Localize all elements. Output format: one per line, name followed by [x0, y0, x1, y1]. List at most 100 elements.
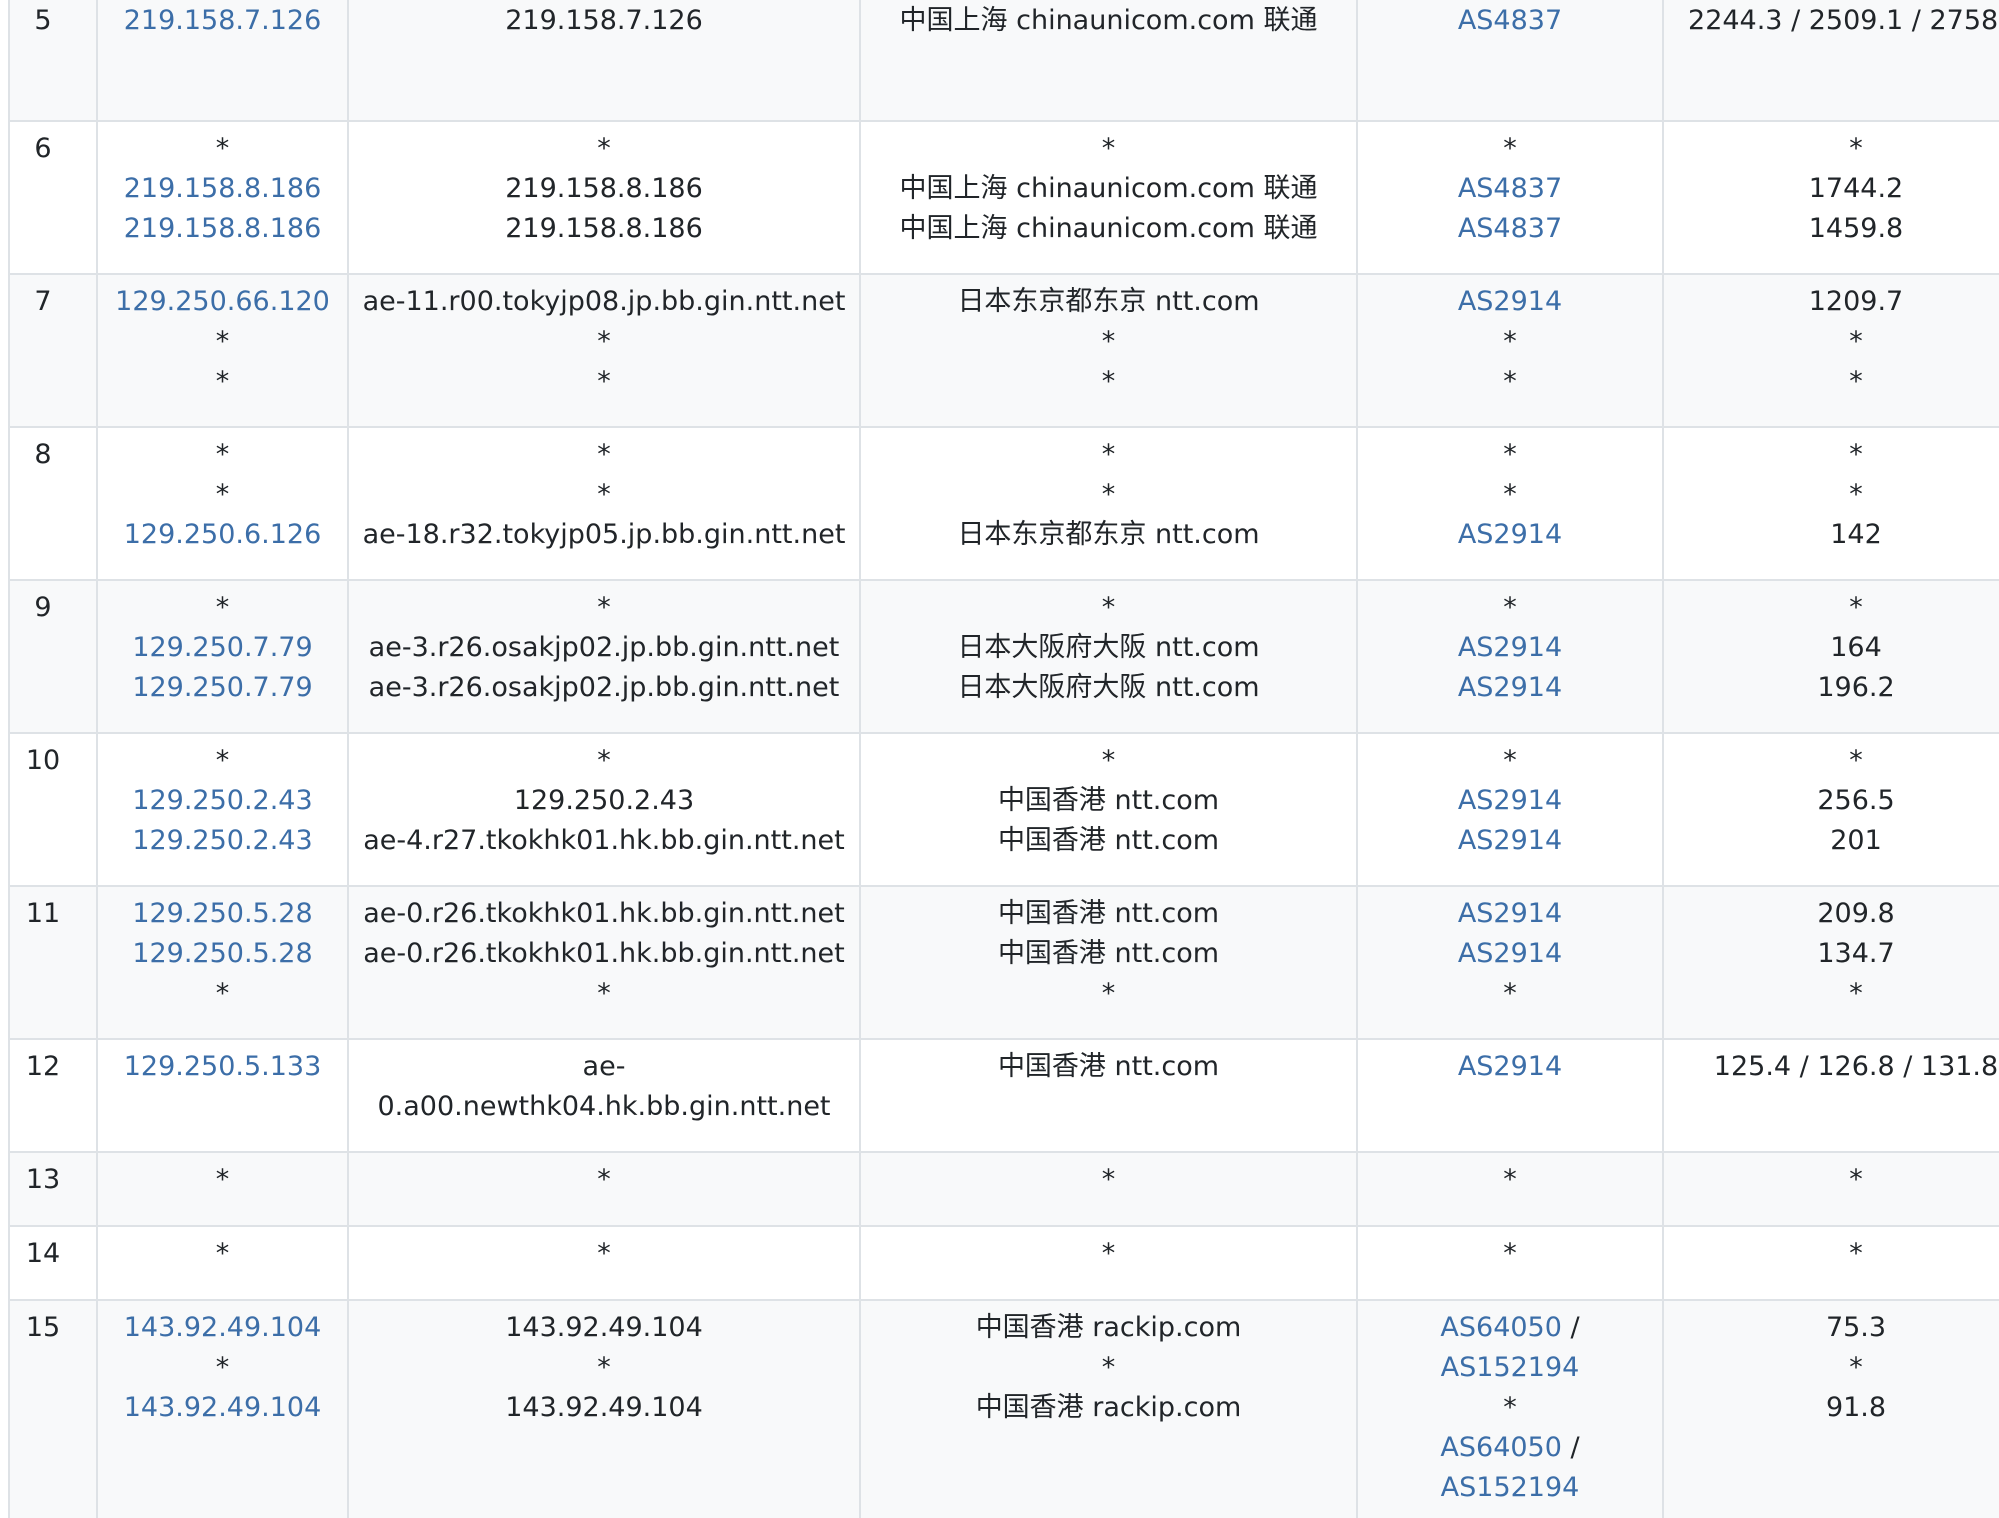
latency-cell: * 164 196.2	[1662, 579, 1999, 734]
ip-link[interactable]: 129.250.2.43	[108, 781, 337, 821]
hop-number: 12	[25, 1051, 61, 1082]
asn-separator: /	[1561, 1312, 1580, 1343]
asn-link[interactable]: AS4837	[1458, 5, 1562, 36]
asn-link[interactable]: AS2914	[1458, 286, 1562, 317]
hostname-text: ae-3.r26.osakjp02.jp.bb.gin.ntt.net	[368, 672, 840, 703]
timeout-marker: *	[1503, 439, 1517, 470]
timeout-marker: *	[215, 479, 230, 510]
location-text: 日本东京都东京 ntt.com	[957, 286, 1260, 317]
hostname-cell: * * ae-18.r32.tokyjp05.jp.bb.gin.ntt.net	[347, 426, 861, 581]
location-text: 中国上海 chinaunicom.com 联通	[899, 5, 1318, 36]
asn-link[interactable]: AS152194	[1441, 1352, 1580, 1383]
timeout-marker: *	[597, 326, 611, 357]
timeout-marker: *	[597, 1352, 611, 1383]
timeout-marker: *	[597, 1238, 611, 1269]
timeout-marker: *	[1503, 479, 1517, 510]
asn-link[interactable]: AS2914	[1458, 519, 1562, 550]
location-cell: * 日本大阪府大阪 ntt.com 日本大阪府大阪 ntt.com	[859, 579, 1358, 734]
hostname-cell: * 129.250.2.43 ae-4.r27.tkokhk01.hk.bb.gin…	[347, 732, 861, 887]
asn-link[interactable]: AS2914	[1458, 938, 1562, 969]
asn-cell: *	[1356, 1225, 1664, 1301]
latency-value: 209.8	[1817, 898, 1895, 929]
timeout-marker: *	[1101, 1238, 1116, 1269]
asn-line: AS4837	[1368, 1, 1652, 41]
latency-value: 256.5	[1817, 785, 1895, 816]
table-row: 9 * 129.250.7.79 129.250.7.79 * ae-3.r26.osak…	[8, 579, 1999, 734]
asn-link[interactable]: AS2914	[1458, 825, 1562, 856]
ip-link[interactable]: 129.250.66.120	[108, 282, 337, 322]
ip-link[interactable]: 129.250.5.133	[108, 1047, 337, 1087]
location-cell: 日本东京都东京 ntt.com * *	[859, 273, 1358, 428]
asn-link[interactable]: AS4837	[1458, 173, 1562, 204]
ip-link[interactable]: 143.92.49.104	[108, 1388, 337, 1428]
asn-line: *	[1368, 588, 1652, 628]
latency-cell: 125.4 / 126.8 / 131.8	[1662, 1038, 1999, 1153]
asn-line: AS2914	[1368, 781, 1652, 821]
latency-value: 134.7	[1817, 938, 1895, 969]
timeout-marker: *	[597, 366, 611, 397]
latency-cell: *	[1662, 1151, 1999, 1227]
ip-link[interactable]: 129.250.5.28	[108, 934, 337, 974]
timeout-marker: *	[1503, 366, 1517, 397]
latency-value: 91.8	[1825, 1392, 1887, 1423]
latency-cell: 2244.3 / 2509.1 / 2758.9	[1662, 0, 1999, 122]
timeout-marker: *	[1101, 978, 1116, 1009]
timeout-marker: *	[1503, 745, 1517, 776]
latency-cell: 75.3 * 91.8	[1662, 1299, 1999, 1518]
hop-number: 13	[25, 1164, 61, 1195]
asn-link[interactable]: AS2914	[1458, 898, 1562, 929]
hop-number-cell: 7	[8, 273, 98, 428]
hostname-cell: * ae-3.r26.osakjp02.jp.bb.gin.ntt.net ae-3…	[347, 579, 861, 734]
timeout-marker: *	[1101, 1164, 1116, 1195]
asn-link[interactable]: AS152194	[1441, 1472, 1580, 1503]
ip-link[interactable]: 129.250.5.28	[108, 894, 337, 934]
hop-number: 7	[34, 286, 52, 317]
location-text: 中国香港 ntt.com	[997, 1051, 1220, 1082]
timeout-marker: *	[1849, 1164, 1863, 1195]
asn-line: *	[1368, 129, 1652, 169]
timeout-marker: *	[597, 592, 611, 623]
ip-link[interactable]: 129.250.7.79	[108, 668, 337, 708]
ip-link[interactable]: 219.158.8.186	[108, 169, 337, 209]
hostname-text: ae-0.r26.tkokhk01.hk.bb.gin.ntt.net	[363, 898, 845, 929]
location-text: 中国上海 chinaunicom.com 联通	[899, 213, 1318, 244]
ip-link[interactable]: 129.250.2.43	[108, 821, 337, 861]
ip-link[interactable]: 219.158.7.126	[108, 1, 337, 41]
table-row: 15 143.92.49.104 * 143.92.49.104 143.92.49.1…	[8, 1299, 1999, 1518]
timeout-marker: *	[215, 978, 230, 1009]
ip-link[interactable]: 129.250.7.79	[108, 628, 337, 668]
location-text: 中国香港 ntt.com	[997, 938, 1220, 969]
table-row: 7 129.250.66.120 * * ae-11.r00.tokyjp08.jp.b…	[8, 273, 1999, 428]
asn-link[interactable]: AS2914	[1458, 1051, 1562, 1082]
timeout-marker: *	[215, 326, 230, 357]
hop-number: 11	[25, 898, 61, 929]
asn-link[interactable]: AS2914	[1458, 632, 1562, 663]
asn-link[interactable]: AS2914	[1458, 785, 1562, 816]
ip-link[interactable]: 219.158.8.186	[108, 209, 337, 249]
asn-line: AS2914	[1368, 934, 1652, 974]
location-text: 中国香港 ntt.com	[997, 785, 1220, 816]
asn-link[interactable]: AS2914	[1458, 672, 1562, 703]
latency-value: 142	[1830, 519, 1882, 550]
latency-cell: 1209.7 * *	[1662, 273, 1999, 428]
ip-link[interactable]: 143.92.49.104	[108, 1308, 337, 1348]
ip-link[interactable]: 129.250.6.126	[108, 515, 337, 555]
asn-line: AS2914	[1368, 668, 1652, 708]
latency-cell: *	[1662, 1225, 1999, 1301]
asn-link[interactable]: AS4837	[1458, 213, 1562, 244]
asn-link[interactable]: AS64050	[1440, 1312, 1562, 1343]
hop-number-cell: 5	[8, 0, 98, 122]
asn-cell: AS2914 * *	[1356, 273, 1664, 428]
timeout-marker: *	[1101, 439, 1116, 470]
hostname-text: 219.158.8.186	[505, 213, 703, 244]
asn-link[interactable]: AS64050	[1440, 1432, 1562, 1463]
timeout-marker: *	[1503, 133, 1517, 164]
asn-line: *	[1368, 475, 1652, 515]
asn-line: AS4837	[1368, 209, 1652, 249]
timeout-marker: *	[1503, 1164, 1517, 1195]
timeout-marker: *	[215, 133, 230, 164]
ip-cell: 129.250.5.28 129.250.5.28 *	[96, 885, 349, 1040]
hop-number-cell: 10	[8, 732, 98, 887]
hostname-cell: 219.158.7.126	[347, 0, 861, 122]
latency-value: 196.2	[1817, 672, 1895, 703]
